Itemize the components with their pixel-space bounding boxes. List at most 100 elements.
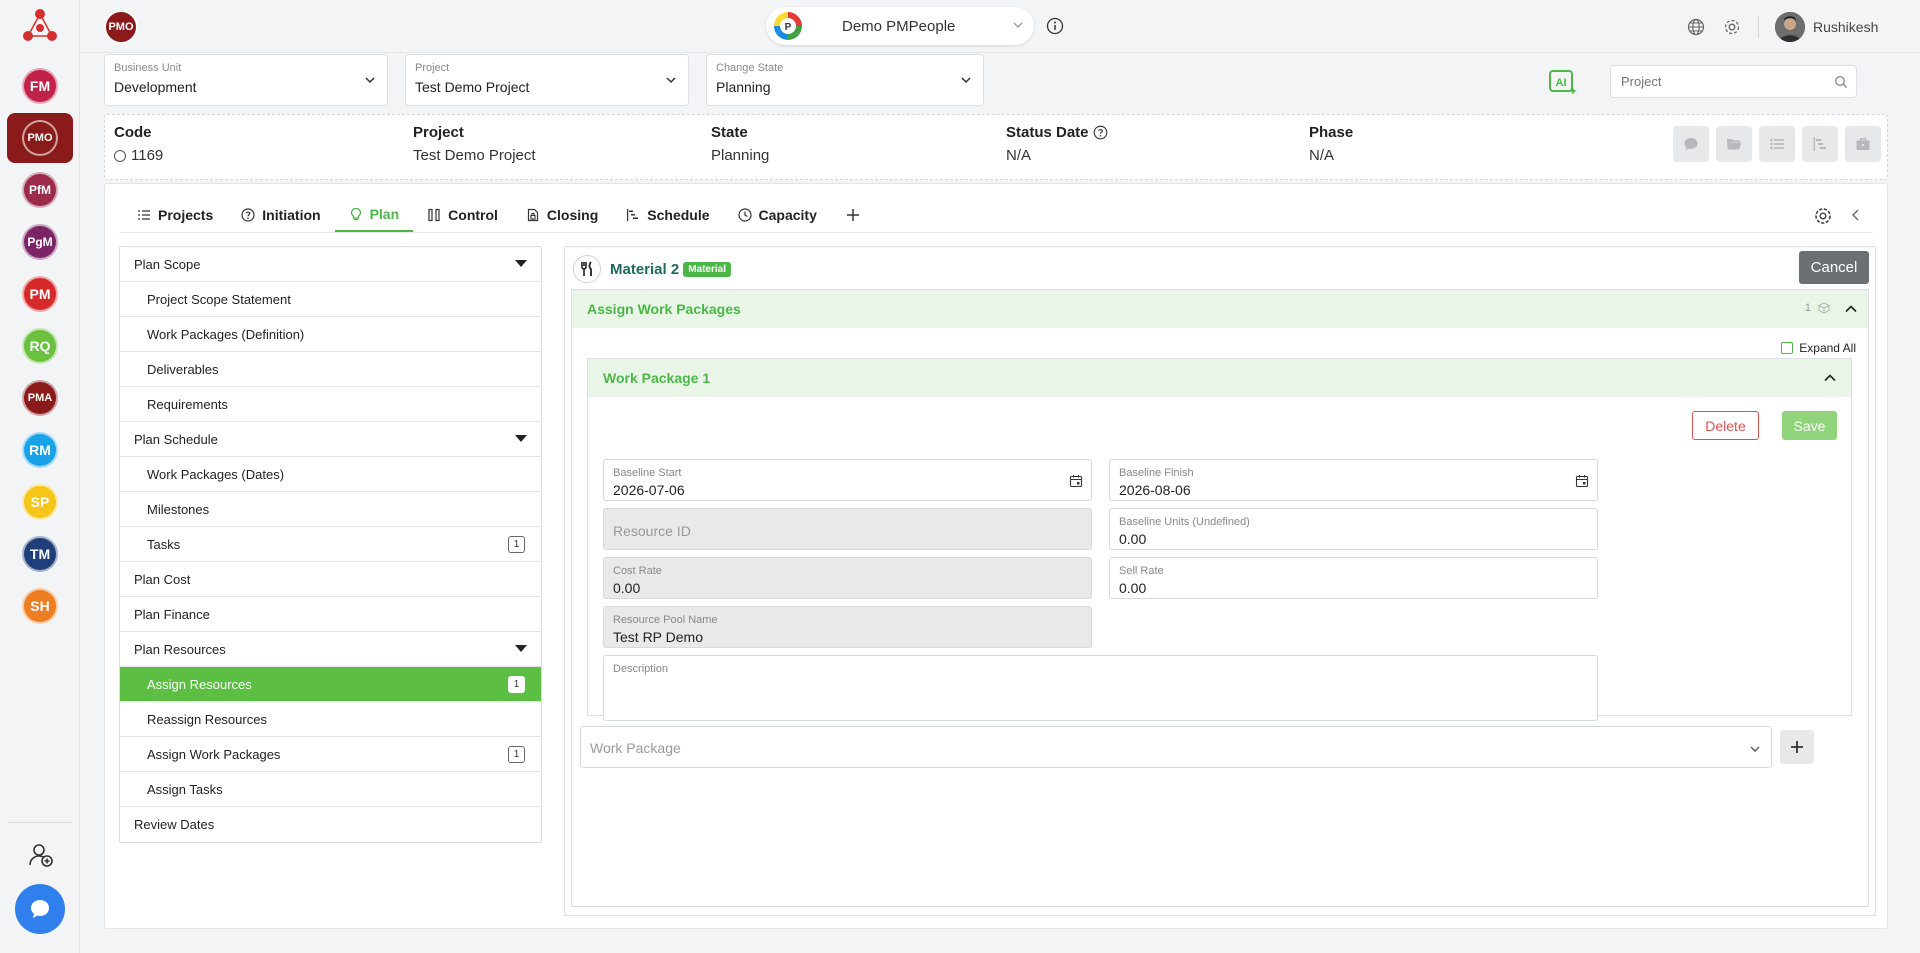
tree-item-plan-cost[interactable]: Plan Cost: [120, 562, 541, 597]
business-unit-select[interactable]: Business Unit Development: [104, 54, 388, 106]
assign-work-packages-header[interactable]: Assign Work Packages 1: [572, 290, 1868, 328]
tab-plan[interactable]: Plan: [334, 198, 414, 232]
project-search-input[interactable]: [1611, 66, 1811, 97]
tree-item-work-packages-definition[interactable]: Work Packages (Definition): [120, 317, 541, 352]
delete-button[interactable]: Delete: [1692, 411, 1759, 440]
tree-item-work-packages-dates[interactable]: Work Packages (Dates): [120, 457, 541, 492]
gantt-chart-icon: [627, 209, 639, 221]
code-radio[interactable]: [114, 149, 126, 162]
chevron-down-icon: [1750, 746, 1760, 752]
gantt-button[interactable]: [1802, 126, 1838, 162]
language-globe-icon[interactable]: [1686, 17, 1706, 37]
tab-capacity[interactable]: Capacity: [724, 198, 831, 232]
expand-all-toggle[interactable]: Expand All: [1781, 341, 1856, 355]
ai-assistant-icon[interactable]: AI: [1548, 68, 1578, 96]
calendar-icon[interactable]: [1069, 474, 1083, 488]
add-work-package-button[interactable]: [1780, 730, 1814, 764]
tree-item-deliverables[interactable]: Deliverables: [120, 352, 541, 387]
work-package-select[interactable]: Work Package: [580, 726, 1772, 768]
save-button[interactable]: Save: [1782, 411, 1837, 440]
help-icon[interactable]: [1093, 125, 1108, 140]
tree-item-review-dates[interactable]: Review Dates: [120, 807, 541, 842]
chevron-left-icon[interactable]: [1849, 208, 1863, 222]
tab-schedule[interactable]: Schedule: [612, 198, 723, 232]
lock-document-icon: [527, 208, 539, 222]
tree-item-plan-resources[interactable]: Plan Resources: [120, 632, 541, 667]
project-search[interactable]: [1610, 65, 1857, 98]
briefcase-icon: [1856, 138, 1870, 150]
cost-rate-field: Cost Rate 0.00: [603, 557, 1092, 599]
app-logo[interactable]: [20, 6, 60, 46]
portfolio-button[interactable]: [1845, 126, 1881, 162]
documents-button[interactable]: [1716, 126, 1752, 162]
list-button[interactable]: [1759, 126, 1795, 162]
add-user-icon[interactable]: [28, 842, 54, 868]
settings-gear-icon[interactable]: [1722, 17, 1742, 37]
info-state: State Planning: [711, 124, 770, 164]
chat-button[interactable]: [15, 884, 65, 934]
rail-item-rm[interactable]: RM: [22, 432, 58, 468]
organization-selector[interactable]: P Demo PMPeople: [766, 7, 1034, 45]
info-status-date: Status Date N/A: [1006, 124, 1108, 164]
phase-tabs: Projects Initiation Plan Control Closing…: [123, 198, 875, 232]
rail-item-tm[interactable]: TM: [22, 536, 58, 572]
tree-item-plan-scope[interactable]: Plan Scope: [120, 247, 541, 282]
current-module-badge[interactable]: PMO: [104, 10, 138, 44]
tab-initiation[interactable]: Initiation: [227, 198, 334, 232]
info-phase: Phase N/A: [1309, 124, 1354, 164]
expand-all-checkbox[interactable]: [1781, 342, 1794, 354]
tree-item-requirements[interactable]: Requirements: [120, 387, 541, 422]
sell-rate-field[interactable]: Sell Rate 0.00: [1109, 557, 1598, 599]
baseline-start-field[interactable]: Baseline Start 2026-07-06: [603, 459, 1092, 501]
tree-item-reassign-resources[interactable]: Reassign Resources: [120, 702, 541, 737]
info-icon[interactable]: [1046, 17, 1064, 35]
change-state-select[interactable]: Change State Planning: [706, 54, 984, 106]
baseline-units-field[interactable]: Baseline Units (Undefined) 0.00: [1109, 508, 1598, 550]
calendar-icon[interactable]: [1575, 474, 1589, 488]
baseline-finish-field[interactable]: Baseline Finish 2026-08-06: [1109, 459, 1598, 501]
search-icon[interactable]: [1834, 75, 1848, 89]
tree-item-assign-resources[interactable]: Assign Resources 1: [120, 667, 541, 702]
chevron-up-icon[interactable]: [1844, 302, 1858, 316]
cancel-button[interactable]: Cancel: [1799, 251, 1869, 284]
tree-item-plan-finance[interactable]: Plan Finance: [120, 597, 541, 632]
chevron-up-icon[interactable]: [1823, 371, 1837, 385]
tab-control[interactable]: Control: [413, 198, 512, 232]
user-name[interactable]: Rushikesh: [1813, 19, 1878, 35]
chevron-down-icon: [666, 77, 676, 84]
tree-item-tasks[interactable]: Tasks 1: [120, 527, 541, 562]
rail-item-sh[interactable]: SH: [22, 588, 58, 624]
add-tab-button[interactable]: [831, 198, 875, 232]
rail-item-pmo[interactable]: PMO: [22, 120, 58, 156]
caret-down-icon[interactable]: [515, 645, 527, 652]
tab-projects[interactable]: Projects: [123, 198, 227, 232]
section-title: Assign Work Packages: [587, 301, 741, 317]
tree-item-assign-work-packages[interactable]: Assign Work Packages 1: [120, 737, 541, 772]
top-divider: [1758, 16, 1759, 38]
panel-settings-gear-icon[interactable]: [1813, 206, 1833, 226]
tree-item-project-scope-statement[interactable]: Project Scope Statement: [120, 282, 541, 317]
project-select[interactable]: Project Test Demo Project: [405, 54, 689, 106]
rail-item-pma[interactable]: PMA: [22, 380, 58, 416]
resource-header: Material 2 Material: [573, 255, 731, 283]
work-package-header[interactable]: Work Package 1: [588, 359, 1851, 397]
caret-down-icon[interactable]: [515, 435, 527, 442]
rail-item-fm[interactable]: FM: [22, 68, 58, 104]
rail-item-pm[interactable]: PM: [22, 276, 58, 312]
rail-item-rq[interactable]: RQ: [22, 328, 58, 364]
comments-button[interactable]: [1673, 126, 1709, 162]
rail-item-pgm[interactable]: PgM: [22, 224, 58, 260]
rail-item-sp[interactable]: SP: [22, 484, 58, 520]
tab-closing[interactable]: Closing: [512, 198, 612, 232]
project-actions: [1666, 126, 1881, 162]
rail-item-pfm[interactable]: PfM: [22, 172, 58, 208]
description-field[interactable]: Description: [603, 655, 1598, 721]
caret-down-icon[interactable]: [515, 260, 527, 267]
plan-lightbulb-icon: [350, 207, 361, 221]
resource-type-badge: Material: [683, 261, 731, 277]
tree-item-milestones[interactable]: Milestones: [120, 492, 541, 527]
tree-item-assign-tasks[interactable]: Assign Tasks: [120, 772, 541, 807]
user-avatar[interactable]: [1775, 12, 1805, 42]
chevron-down-icon: [1013, 22, 1023, 28]
tree-item-plan-schedule[interactable]: Plan Schedule: [120, 422, 541, 457]
